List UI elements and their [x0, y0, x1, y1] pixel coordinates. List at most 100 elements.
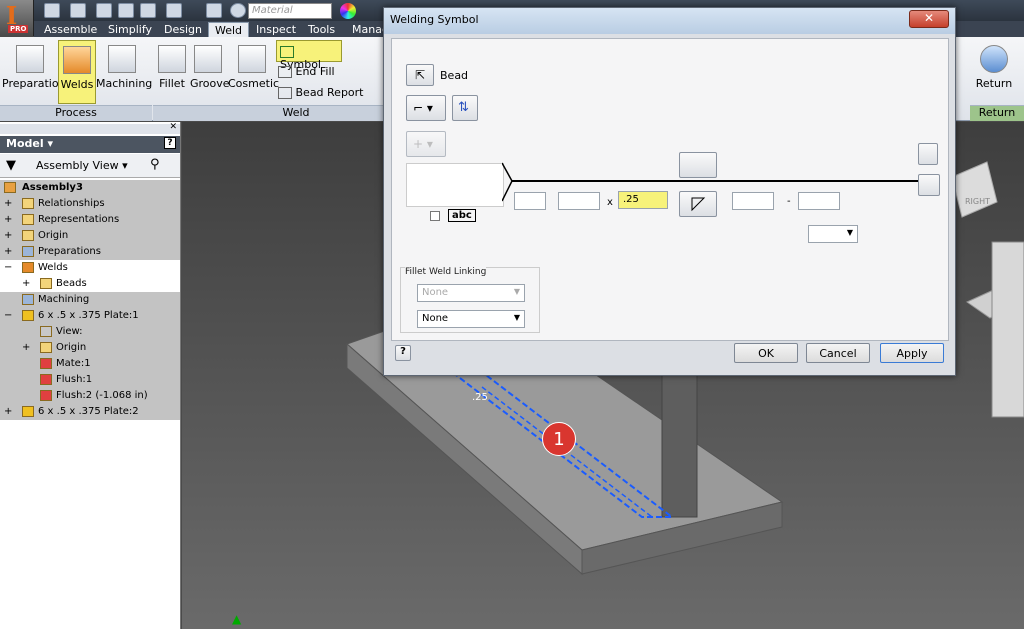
flip-button[interactable]: ⇅: [452, 95, 478, 121]
dimension-label: .25: [472, 392, 488, 403]
tail-note-box[interactable]: [406, 163, 504, 207]
help-button[interactable]: ?: [395, 345, 411, 361]
tab-assemble[interactable]: Assemble: [38, 22, 103, 38]
tab-simplify[interactable]: Simplify: [102, 22, 158, 38]
chevron-down-icon: ▼: [514, 313, 520, 322]
end-fill-button[interactable]: End Fill: [278, 65, 348, 81]
close-icon[interactable]: ✕: [169, 122, 177, 132]
process-group-label: Process: [0, 105, 152, 121]
bead-report-button[interactable]: Bead Report: [278, 86, 364, 102]
fillet-button[interactable]: Fillet: [156, 45, 188, 90]
bead-label: Bead: [440, 69, 468, 82]
material-dropdown[interactable]: Material: [248, 3, 332, 19]
welds-button[interactable]: Welds: [58, 40, 96, 104]
tab-inspect[interactable]: Inspect: [250, 22, 302, 38]
app-menu-button[interactable]: IPRO: [0, 0, 34, 36]
tree-item-representations[interactable]: +Representations: [0, 212, 180, 228]
fillet-weld-icon: [680, 192, 716, 216]
bead-report-icon: [278, 87, 292, 99]
text-checkbox[interactable]: [430, 211, 440, 221]
linking-bottom-dropdown[interactable]: None▼: [417, 310, 525, 328]
tree-item-origin[interactable]: +Origin: [0, 228, 180, 244]
tab-tools[interactable]: Tools: [302, 22, 341, 38]
end-fill-icon: [278, 66, 292, 78]
other-side-symbol-button[interactable]: [679, 152, 717, 178]
cancel-button[interactable]: Cancel: [806, 343, 870, 363]
prefix-field[interactable]: [514, 192, 546, 210]
x-label: x: [607, 197, 613, 208]
view-selector[interactable]: Assembly View ▾: [36, 159, 128, 172]
ok-button[interactable]: OK: [734, 343, 798, 363]
contour-dropdown[interactable]: ▼: [808, 225, 858, 243]
undo-icon[interactable]: [118, 3, 134, 18]
dialog-body: ⇱ Bead ⌐ ▾ ⇅ + ▾ abc x .25 - ▼ Fillet We…: [391, 38, 949, 341]
return-button[interactable]: Return: [974, 45, 1014, 90]
viewcube-label[interactable]: RIGHT: [965, 197, 990, 206]
tree-item-flush2[interactable]: Flush:2 (-1.068 in): [0, 388, 180, 404]
redo-icon[interactable]: [140, 3, 156, 18]
filter-icon[interactable]: ▼: [6, 158, 16, 173]
folder-icon: [22, 198, 34, 209]
view-icon: [40, 326, 52, 337]
linking-top-dropdown[interactable]: None▼: [417, 284, 525, 302]
all-around-bottom-button[interactable]: [918, 174, 940, 196]
tab-design[interactable]: Design: [158, 22, 208, 38]
tree-item-view[interactable]: View:: [0, 324, 180, 340]
tree-item-mate[interactable]: Mate:1: [0, 356, 180, 372]
symbol-button[interactable]: Symbol: [276, 40, 342, 62]
arrow-type-dropdown[interactable]: ⌐ ▾: [406, 95, 446, 121]
tree-item-machining[interactable]: Machining: [0, 292, 180, 308]
cursor-icon: ⇱: [415, 68, 425, 82]
home-icon[interactable]: [206, 3, 222, 18]
tree-item-plate1[interactable]: −6 x .5 x .375 Plate:1: [0, 308, 180, 324]
browser-topbar: ✕: [0, 124, 180, 134]
groove-icon: [194, 45, 222, 73]
folder-icon: [40, 342, 52, 353]
open-icon[interactable]: [70, 3, 86, 18]
cosmetic-button[interactable]: Cosmetic: [228, 45, 276, 90]
dash-label: -: [787, 196, 791, 207]
tab-weld[interactable]: Weld: [208, 22, 249, 38]
size-field[interactable]: [558, 192, 600, 210]
cosmetic-icon: [238, 45, 266, 73]
weld-size-input[interactable]: .25: [618, 191, 668, 209]
return-group-label: Return: [970, 105, 1024, 121]
appearance-icon[interactable]: [340, 3, 356, 19]
browser-toolbar: ▼ Assembly View ▾ ⚲: [0, 154, 180, 178]
return-icon: [980, 45, 1008, 73]
update-icon[interactable]: [230, 3, 246, 18]
flip-icon: ⇅: [458, 100, 469, 115]
find-icon[interactable]: ⚲: [150, 157, 160, 172]
new-icon[interactable]: [44, 3, 60, 18]
fillet-weld-linking-label: Fillet Weld Linking: [405, 267, 486, 277]
weld-symbol-button[interactable]: [679, 191, 717, 217]
machining-icon: [108, 45, 136, 73]
all-around-top-button[interactable]: [918, 143, 938, 165]
groove-button[interactable]: Groove: [190, 45, 226, 90]
help-icon[interactable]: ?: [164, 137, 176, 149]
pitch-field[interactable]: [798, 192, 840, 210]
tree-item-assembly[interactable]: Assembly3: [0, 180, 180, 196]
length-field[interactable]: [732, 192, 774, 210]
select-bead-button[interactable]: ⇱: [406, 64, 434, 86]
dialog-close-button[interactable]: ✕: [909, 10, 949, 28]
apply-button[interactable]: Apply: [880, 343, 944, 363]
part-icon: [22, 406, 34, 417]
crosshair-icon: + ▾: [413, 137, 433, 151]
tree-item-flush1[interactable]: Flush:1: [0, 372, 180, 388]
symbol-type-dropdown[interactable]: + ▾: [406, 131, 446, 157]
tree-item-plate2[interactable]: +6 x .5 x .375 Plate:2: [0, 404, 180, 420]
tree-item-relationships[interactable]: +Relationships: [0, 196, 180, 212]
tree-item-plate-origin[interactable]: +Origin: [0, 340, 180, 356]
save-icon[interactable]: [96, 3, 112, 18]
flush-icon: [40, 390, 52, 401]
preparation-button[interactable]: Preparation: [2, 45, 58, 90]
fillet-icon: [158, 45, 186, 73]
model-panel-header[interactable]: Model ▾?: [0, 136, 180, 153]
select-icon[interactable]: [166, 3, 182, 18]
tree-item-preparations[interactable]: +Preparations: [0, 244, 180, 260]
welding-symbol-dialog: Welding Symbol ✕ ⇱ Bead ⌐ ▾ ⇅ + ▾ abc x …: [383, 7, 956, 376]
tree-item-beads[interactable]: +Beads: [0, 276, 180, 292]
machining-button[interactable]: Machining: [96, 45, 148, 90]
tree-item-welds[interactable]: −Welds: [0, 260, 180, 276]
